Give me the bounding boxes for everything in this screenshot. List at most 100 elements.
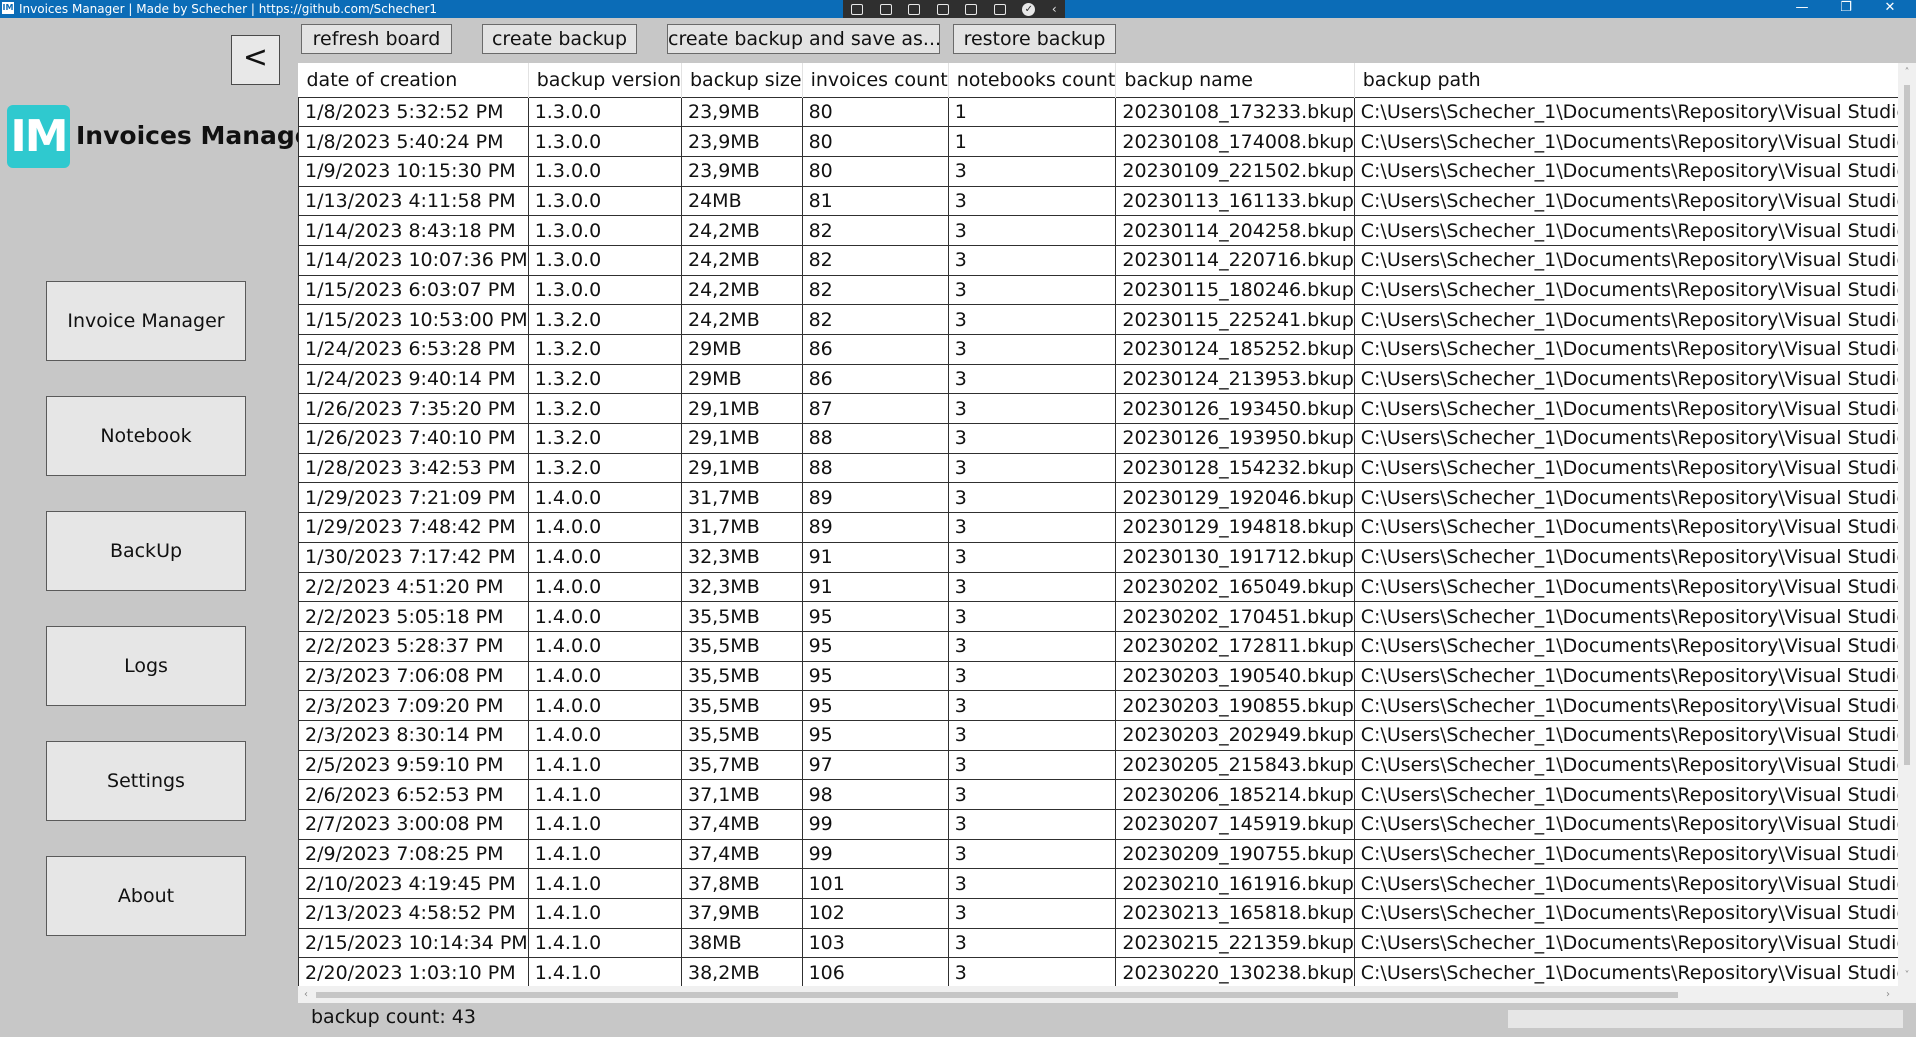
restore-backup-button[interactable]: restore backup [953,24,1116,54]
nav-settings-button[interactable]: Settings [46,741,246,821]
table-row[interactable]: 2/7/2023 3:00:08 PM 1.4.1.0 37,4MB 99 3 20230… [298,809,1916,840]
table-row[interactable]: 1/14/2023 8:43:18 PM 1.3.0.0 24,2MB 82 3 2023… [298,215,1916,246]
cell-date: 1/29/2023 7:21:09 PM [298,482,529,514]
table-row[interactable]: 1/26/2023 7:35:20 PM 1.3.2.0 29,1MB 87 3 2023… [298,393,1916,425]
vertical-scroll-thumb[interactable] [1904,85,1910,765]
table-row[interactable]: 2/20/2023 1:03:10 PM 1.4.1.0 38,2MB 106 3 202… [298,957,1916,989]
column-header-date[interactable]: date of creation [298,63,529,97]
cell-version: 1.4.0.0 [527,719,683,751]
create-backup-save-as-button[interactable]: create backup and save as... [667,24,941,54]
cell-version: 1.4.0.0 [527,512,683,543]
column-header-invoices[interactable]: invoices count [802,63,949,97]
nav-about-button[interactable]: About [46,856,246,936]
cell-path: C:\Users\Schecher_1\Documents\Repository… [1353,304,1916,335]
cell-date: 1/13/2023 4:11:58 PM [298,185,529,217]
cell-name: 20230114_204258.bkup [1115,215,1355,246]
capture-icon[interactable] [851,3,864,15]
cell-notebooks: 1 [947,126,1117,157]
cell-size: 24MB [681,185,803,217]
column-header-name[interactable]: backup name [1115,63,1355,97]
table-row[interactable]: 1/15/2023 6:03:07 PM 1.3.0.0 24,2MB 82 3 2023… [298,274,1916,306]
check-icon[interactable]: ✓ [1022,2,1036,16]
column-header-version[interactable]: backup version [528,63,683,97]
cell-name: 20230209_190755.bkup [1115,838,1355,870]
table-row[interactable]: 1/29/2023 7:48:42 PM 1.4.0.0 31,7MB 89 3 2023… [298,512,1916,543]
table-row[interactable]: 2/3/2023 7:06:08 PM 1.4.0.0 35,5MB 95 3 20230… [298,660,1916,692]
table-row[interactable]: 1/30/2023 7:17:42 PM 1.4.0.0 32,3MB 91 3 2023… [298,541,1916,573]
table-row[interactable]: 2/15/2023 10:14:34 PM 1.4.1.0 38MB 103 3 2023… [298,927,1916,959]
cell-notebooks: 3 [947,630,1117,662]
table-row[interactable]: 1/14/2023 10:07:36 PM 1.3.0.0 24,2MB 82 3 202… [298,244,1916,276]
cell-name: 20230205_215843.bkup [1115,749,1355,781]
scroll-right-icon[interactable]: › [1880,986,1896,1003]
table-row[interactable]: 1/13/2023 4:11:58 PM 1.3.0.0 24MB 81 3 202301… [298,185,1916,217]
table-row[interactable]: 1/28/2023 3:42:53 PM 1.3.2.0 29,1MB 88 3 2023… [298,452,1916,484]
nav-backup-button[interactable]: BackUp [46,511,246,591]
table-row[interactable]: 2/2/2023 4:51:20 PM 1.4.0.0 32,3MB 91 3 20230… [298,571,1916,603]
cell-invoices: 80 [801,96,949,128]
table-row[interactable]: 1/8/2023 5:40:24 PM 1.3.0.0 23,9MB 80 1 20230… [298,126,1916,157]
cell-path: C:\Users\Schecher_1\Documents\Repository… [1353,927,1916,959]
table-row[interactable]: 1/26/2023 7:40:10 PM 1.3.2.0 29,1MB 88 3 2023… [298,423,1916,454]
table-row[interactable]: 1/8/2023 5:32:52 PM 1.3.0.0 23,9MB 80 1 20230… [298,96,1916,128]
nav-logs-button[interactable]: Logs [46,626,246,706]
nav-notebook-button[interactable]: Notebook [46,396,246,476]
create-backup-button[interactable]: create backup [482,24,637,54]
table-row[interactable]: 1/24/2023 9:40:14 PM 1.3.2.0 29MB 86 3 202301… [298,363,1916,395]
table-row[interactable]: 2/3/2023 8:30:14 PM 1.4.0.0 35,5MB 95 3 20230… [298,719,1916,751]
table-row[interactable]: 2/2/2023 5:28:37 PM 1.4.0.0 35,5MB 95 3 20230… [298,630,1916,662]
table-row[interactable]: 2/3/2023 7:09:20 PM 1.4.0.0 35,5MB 95 3 20230… [298,690,1916,721]
cell-version: 1.4.0.0 [527,660,683,692]
cell-path: C:\Users\Schecher_1\Documents\Repository… [1353,541,1916,573]
cell-date: 1/28/2023 3:42:53 PM [298,452,529,484]
cell-size: 29MB [681,334,803,365]
record-icon[interactable] [879,3,892,15]
cell-notebooks: 3 [947,185,1117,217]
column-header-notebooks[interactable]: notebooks count [948,63,1117,97]
table-row[interactable]: 1/9/2023 10:15:30 PM 1.3.0.0 23,9MB 80 3 2023… [298,155,1916,187]
cell-version: 1.3.0.0 [527,155,683,187]
window-icon[interactable] [936,3,949,15]
scroll-left-icon[interactable]: ‹ [298,986,314,1003]
minimize-button[interactable]: — [1780,0,1824,18]
scroll-up-icon[interactable]: ˄ [1898,65,1916,81]
cell-name: 20230207_145919.bkup [1115,809,1355,840]
cell-size: 24,2MB [681,215,803,246]
horizontal-scrollbar[interactable]: ‹ › [298,986,1898,1003]
cell-version: 1.3.0.0 [527,96,683,128]
horizontal-scroll-thumb[interactable] [316,992,1678,998]
backup-table[interactable]: date of creation backup version backup s… [298,63,1916,1003]
cell-name: 20230113_161133.bkup [1115,185,1355,217]
cell-name: 20230129_194818.bkup [1115,512,1355,543]
nav-invoice-manager-button[interactable]: Invoice Manager [46,281,246,361]
table-row[interactable]: 1/24/2023 6:53:28 PM 1.3.2.0 29MB 86 3 202301… [298,334,1916,365]
scroll-down-icon[interactable]: ˅ [1898,968,1916,984]
cell-size: 24,2MB [681,274,803,306]
vertical-scrollbar[interactable]: ˄ ˅ [1898,63,1916,986]
cell-notebooks: 3 [947,244,1117,276]
cell-invoices: 81 [801,185,949,217]
table-row[interactable]: 2/13/2023 4:58:52 PM 1.4.1.0 37,9MB 102 3 202… [298,898,1916,929]
chevron-left-icon[interactable]: ‹ [1052,2,1057,16]
back-button[interactable]: < [231,35,280,85]
table-row[interactable]: 2/10/2023 4:19:45 PM 1.4.1.0 37,8MB 101 3 202… [298,868,1916,900]
column-header-size[interactable]: backup size [681,63,803,97]
refresh-board-button[interactable]: refresh board [301,24,452,54]
pointer-icon[interactable] [908,3,921,15]
cell-invoices: 101 [801,868,949,900]
backup-count-label: backup count: 43 [311,1006,476,1028]
table-row[interactable]: 1/15/2023 10:53:00 PM 1.3.2.0 24,2MB 82 3 202… [298,304,1916,335]
table-row[interactable]: 2/5/2023 9:59:10 PM 1.4.1.0 35,7MB 97 3 20230… [298,749,1916,781]
maximize-button[interactable]: ❐ [1824,0,1868,18]
table-row[interactable]: 2/6/2023 6:52:53 PM 1.4.1.0 37,1MB 98 3 20230… [298,779,1916,810]
table-row[interactable]: 2/2/2023 5:05:18 PM 1.4.0.0 35,5MB 95 3 20230… [298,601,1916,632]
cell-size: 38MB [681,927,803,959]
table-row[interactable]: 1/29/2023 7:21:09 PM 1.4.0.0 31,7MB 89 3 2023… [298,482,1916,514]
stop-icon[interactable] [993,3,1006,15]
column-header-path[interactable]: backup path [1354,63,1916,97]
cell-date: 2/3/2023 7:06:08 PM [298,660,529,692]
table-row[interactable]: 2/9/2023 7:08:25 PM 1.4.1.0 37,4MB 99 3 20230… [298,838,1916,870]
screen-icon[interactable] [965,3,978,15]
cell-size: 29,1MB [681,452,803,484]
close-button[interactable]: ✕ [1868,0,1912,18]
